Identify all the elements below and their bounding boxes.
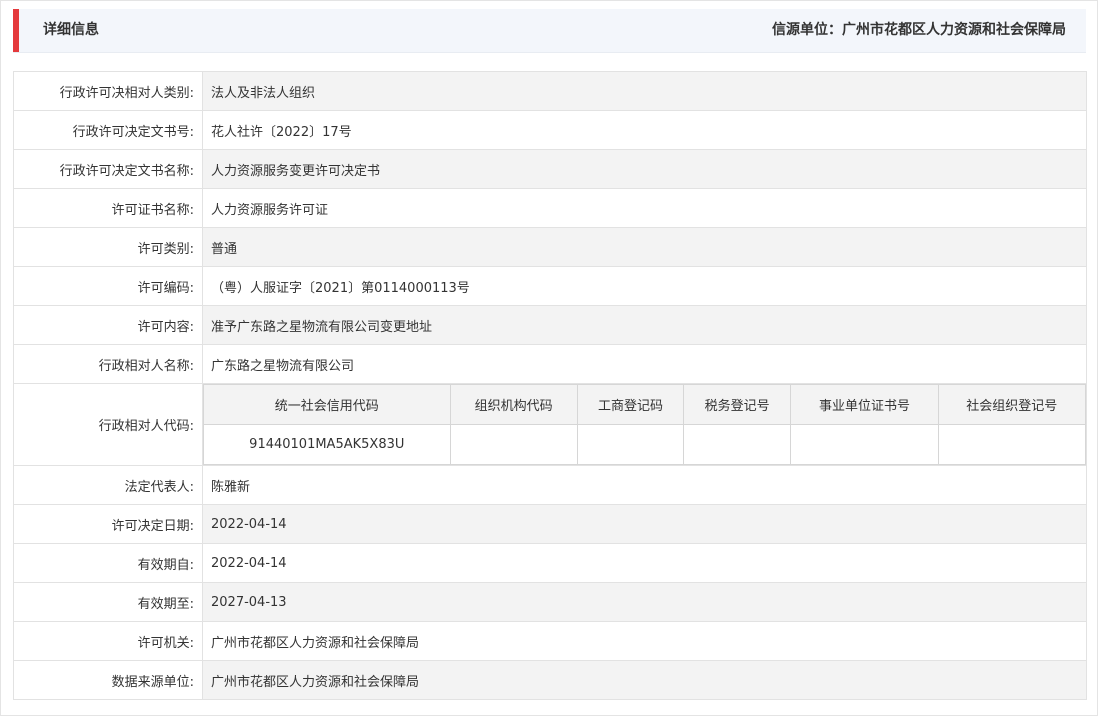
row-value: 陈雅新 <box>202 465 1087 505</box>
row-label: 许可内容: <box>13 305 203 345</box>
row-value: （粤）人服证字〔2021〕第0114000113号 <box>202 266 1087 306</box>
row-value: 广州市花都区人力资源和社会保障局 <box>202 660 1087 700</box>
panel-title: 详细信息 <box>43 22 99 38</box>
codes-value-row: 91440101MA5AK5X83U <box>203 424 1087 465</box>
source-unit: 信源单位：广州市花都区人力资源和社会保障局 <box>772 22 1066 38</box>
codes-value-tax-reg <box>683 424 792 465</box>
table-row: 许可机关: 广州市花都区人力资源和社会保障局 <box>13 621 1087 661</box>
row-value: 人力资源服务许可证 <box>202 188 1087 228</box>
row-label: 行政许可决定文书名称: <box>13 149 203 189</box>
codes-header-social-org-reg: 社会组织登记号 <box>937 384 1087 425</box>
codes-value-org-code <box>449 424 578 465</box>
row-value: 法人及非法人组织 <box>202 71 1087 111</box>
table-row: 法定代表人: 陈雅新 <box>13 465 1087 505</box>
header-accent-bar <box>13 9 19 52</box>
row-label: 有效期至: <box>13 582 203 622</box>
codes-value-social-org-reg <box>937 424 1087 465</box>
row-label: 许可编码: <box>13 266 203 306</box>
row-value: 2022-04-14 <box>202 504 1087 544</box>
codes-value-business-reg <box>576 424 685 465</box>
codes-header-org-code: 组织机构代码 <box>449 384 578 425</box>
row-label: 许可决定日期: <box>13 504 203 544</box>
row-label: 许可机关: <box>13 621 203 661</box>
table-row: 许可内容: 准予广东路之星物流有限公司变更地址 <box>13 305 1087 345</box>
row-label: 行政许可决定文书号: <box>13 110 203 150</box>
codes-header-row: 统一社会信用代码 组织机构代码 工商登记码 税务登记号 事业单位证书号 社会组织… <box>203 384 1087 425</box>
table-row: 许可证书名称: 人力资源服务许可证 <box>13 188 1087 228</box>
row-label: 法定代表人: <box>13 465 203 505</box>
row-value: 人力资源服务变更许可决定书 <box>202 149 1087 189</box>
table-row: 数据来源单位: 广州市花都区人力资源和社会保障局 <box>13 660 1087 700</box>
row-value: 广东路之星物流有限公司 <box>202 344 1087 384</box>
row-label: 行政许可决相对人类别: <box>13 71 203 111</box>
table-row: 行政许可决相对人类别: 法人及非法人组织 <box>13 71 1087 111</box>
row-value: 2027-04-13 <box>202 582 1087 622</box>
codes-header-credit-code: 统一社会信用代码 <box>203 384 451 425</box>
table-row: 许可编码: （粤）人服证字〔2021〕第0114000113号 <box>13 266 1087 306</box>
codes-cell: 统一社会信用代码 组织机构代码 工商登记码 税务登记号 事业单位证书号 社会组织… <box>202 383 1087 466</box>
table-row: 许可决定日期: 2022-04-14 <box>13 504 1087 544</box>
detail-panel: 详细信息 信源单位：广州市花都区人力资源和社会保障局 行政许可决相对人类别: 法… <box>0 0 1098 716</box>
codes-table: 统一社会信用代码 组织机构代码 工商登记码 税务登记号 事业单位证书号 社会组织… <box>203 384 1087 465</box>
row-label: 许可类别: <box>13 227 203 267</box>
table-row: 许可类别: 普通 <box>13 227 1087 267</box>
row-label: 数据来源单位: <box>13 660 203 700</box>
row-label: 行政相对人名称: <box>13 344 203 384</box>
row-label: 有效期自: <box>13 543 203 583</box>
panel-header: 详细信息 信源单位：广州市花都区人力资源和社会保障局 <box>13 9 1086 53</box>
table-row: 行政许可决定文书号: 花人社许〔2022〕17号 <box>13 110 1087 150</box>
table-row: 有效期至: 2027-04-13 <box>13 582 1087 622</box>
codes-row: 行政相对人代码: 统一社会信用代码 组织机构代码 工商登记码 税务登记号 事业单… <box>13 383 1087 466</box>
row-value: 2022-04-14 <box>202 543 1087 583</box>
codes-value-credit-code: 91440101MA5AK5X83U <box>203 424 451 465</box>
codes-header-business-reg: 工商登记码 <box>576 384 685 425</box>
codes-header-tax-reg: 税务登记号 <box>683 384 792 425</box>
table-row: 行政许可决定文书名称: 人力资源服务变更许可决定书 <box>13 149 1087 189</box>
table-row: 行政相对人名称: 广东路之星物流有限公司 <box>13 344 1087 384</box>
row-value: 准予广东路之星物流有限公司变更地址 <box>202 305 1087 345</box>
detail-table: 行政许可决相对人类别: 法人及非法人组织 行政许可决定文书号: 花人社许〔202… <box>13 71 1087 700</box>
row-value: 普通 <box>202 227 1087 267</box>
table-row: 有效期自: 2022-04-14 <box>13 543 1087 583</box>
codes-header-institution-cert: 事业单位证书号 <box>790 384 939 425</box>
row-value: 广州市花都区人力资源和社会保障局 <box>202 621 1087 661</box>
codes-label: 行政相对人代码: <box>13 383 203 466</box>
codes-value-institution-cert <box>790 424 939 465</box>
row-label: 许可证书名称: <box>13 188 203 228</box>
row-value: 花人社许〔2022〕17号 <box>202 110 1087 150</box>
